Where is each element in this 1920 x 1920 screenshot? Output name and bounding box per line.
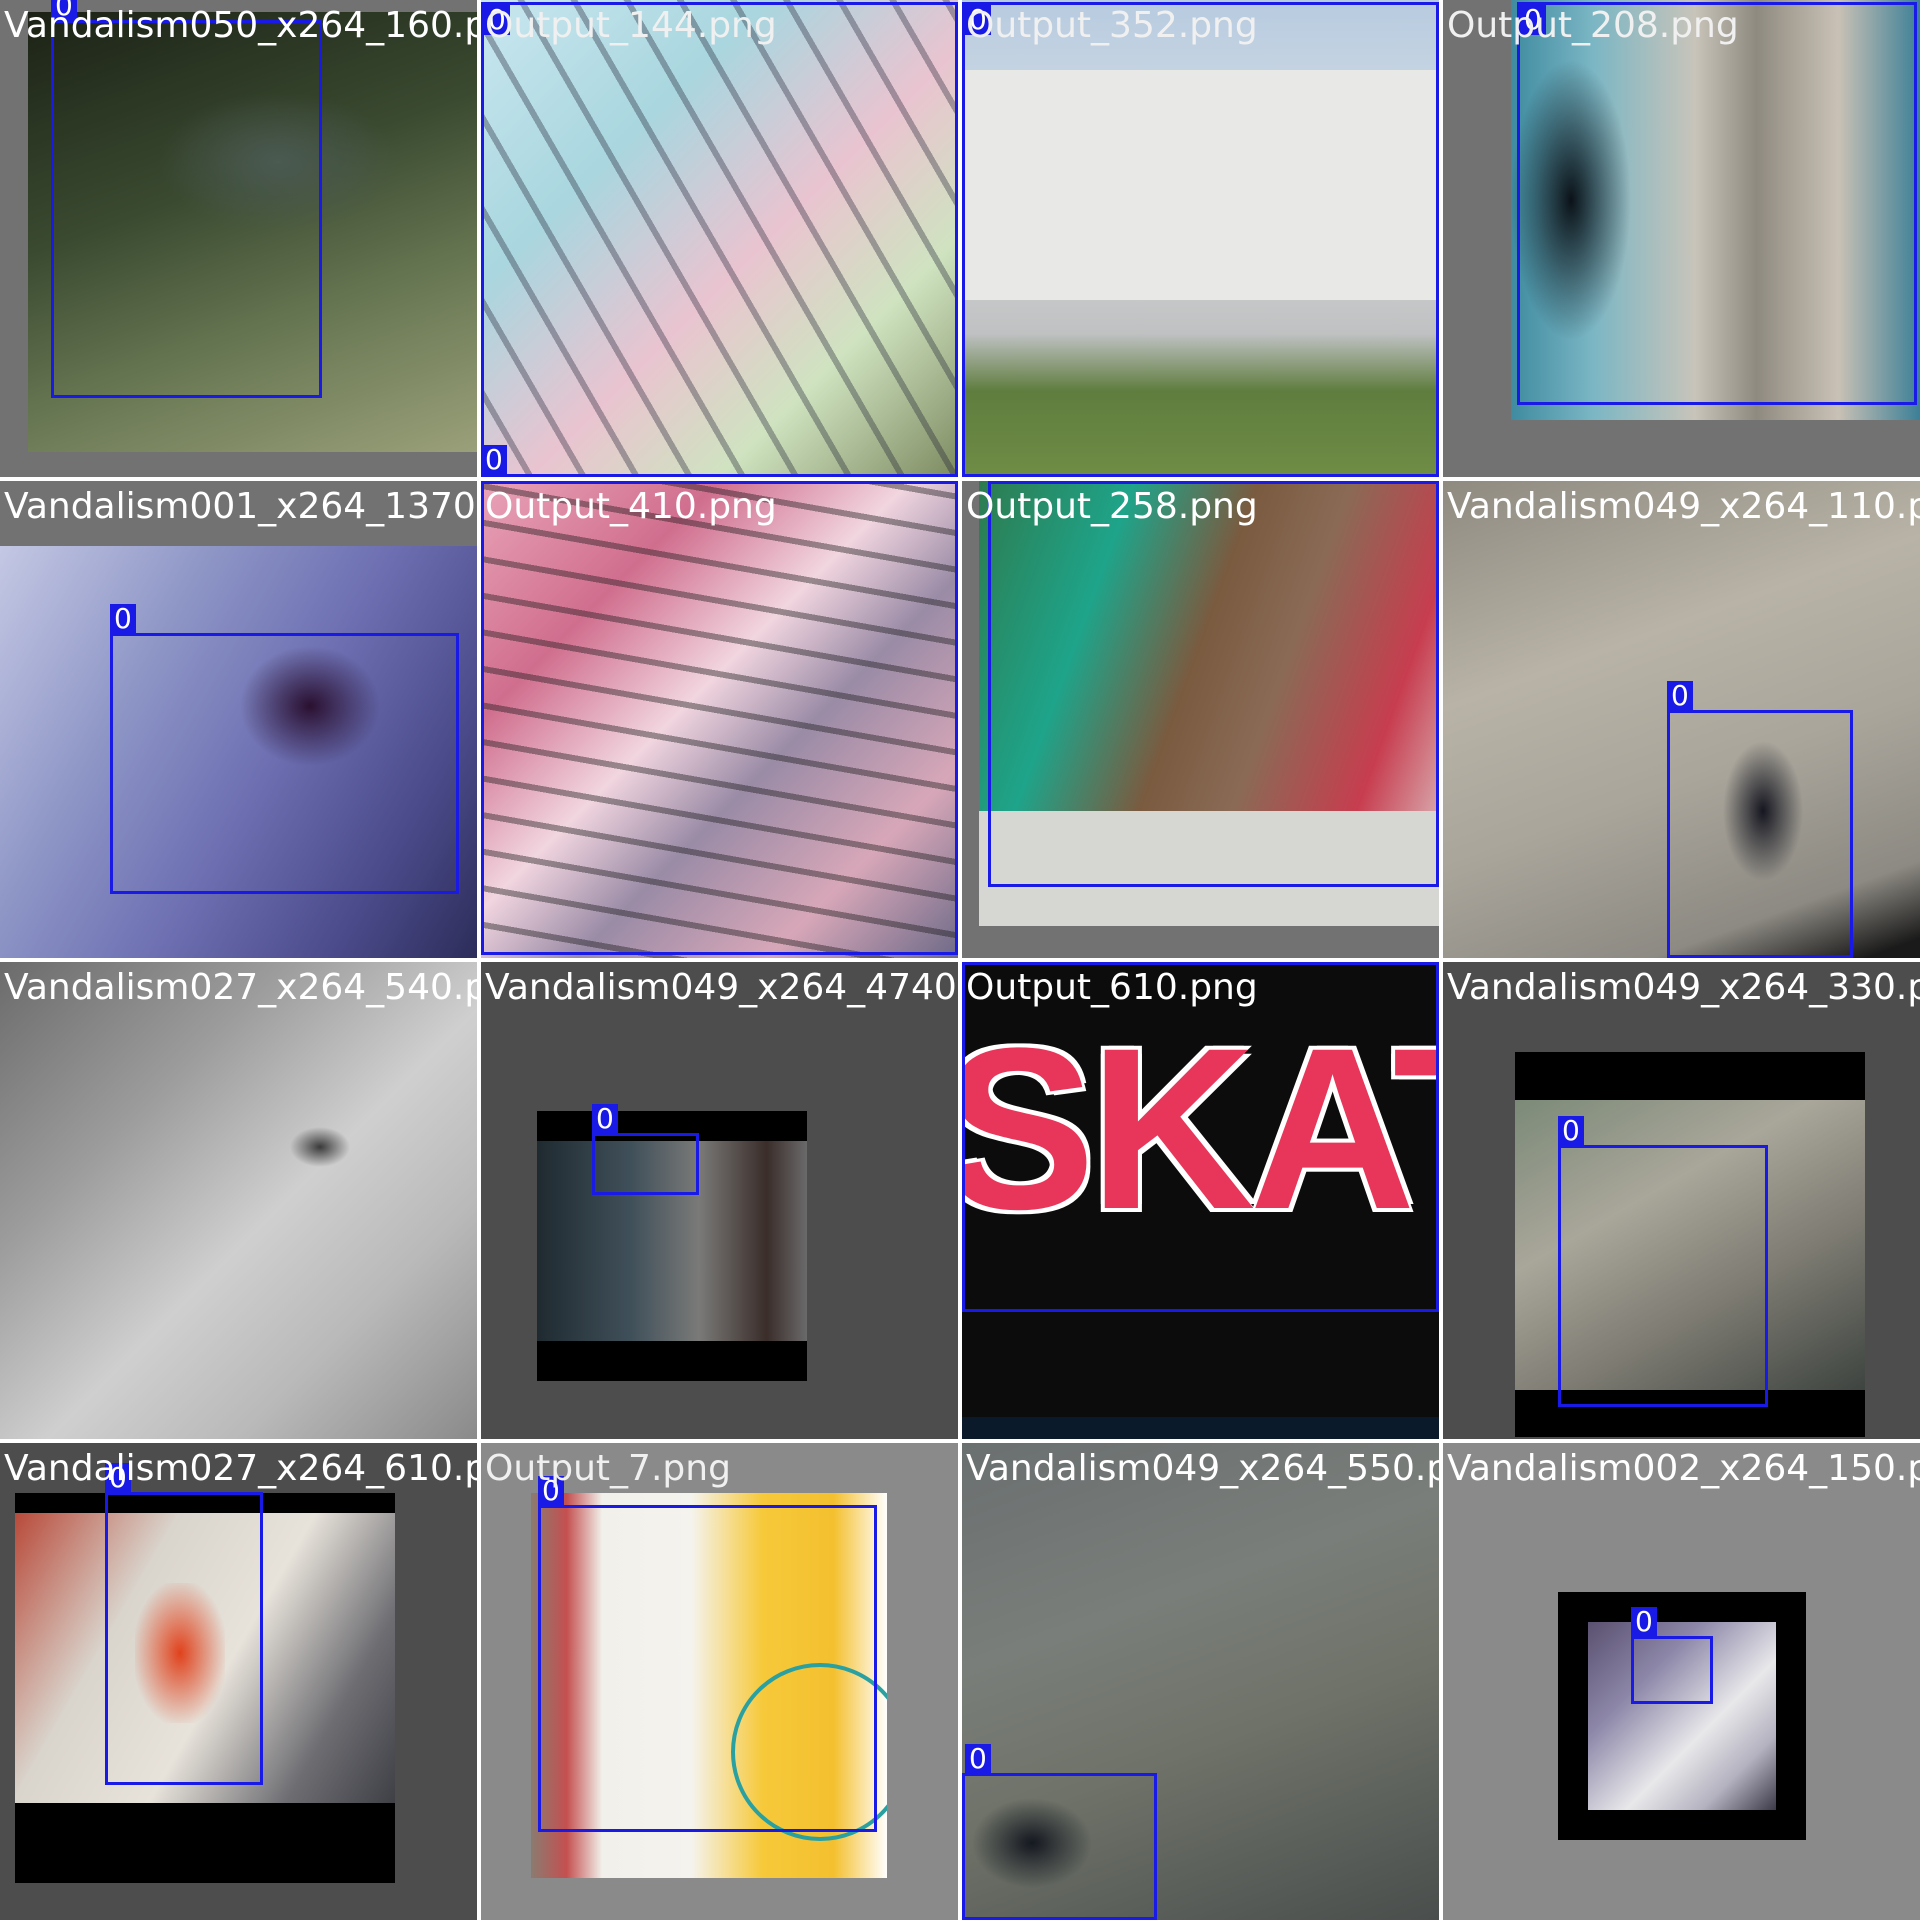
detection-box: 0 bbox=[962, 2, 1439, 477]
class-id-tag: 0 bbox=[1558, 1116, 1584, 1146]
tile-10: 0 Vandalism049_x264_4740.png bbox=[481, 962, 958, 1439]
class-id-tag: 0 bbox=[988, 481, 1014, 482]
tile-filename: Output_7.png bbox=[485, 1448, 731, 1489]
tile-image bbox=[0, 962, 477, 1439]
tile-14: 0 Output_7.png bbox=[481, 1443, 958, 1920]
tile-filename: Output_610.png bbox=[966, 967, 1258, 1008]
tile-11: SKATI 0 Output_610.png bbox=[962, 962, 1439, 1439]
tile-filename: Vandalism049_x264_330.png bbox=[1447, 967, 1920, 1008]
detection-mosaic: 0 Vandalism050_x264_160.png 0 0 Output_1… bbox=[0, 0, 1920, 1920]
class-id-tag: 0 bbox=[1631, 1607, 1657, 1637]
detection-box: 0 bbox=[110, 604, 459, 894]
tile-12: 0 Vandalism049_x264_330.png bbox=[1443, 962, 1920, 1439]
tile-2: 0 0 Output_144.png bbox=[481, 0, 958, 477]
tile-13: 0 Vandalism027_x264_610.png bbox=[0, 1443, 477, 1920]
detection-box: 0 bbox=[481, 2, 958, 477]
tile-filename: Vandalism049_x264_110.png bbox=[1447, 486, 1920, 527]
detection-box: 0 bbox=[592, 1104, 699, 1195]
class-id-tag: 0 bbox=[110, 604, 136, 634]
detection-box: 0 bbox=[481, 481, 958, 955]
tile-filename: Output_410.png bbox=[485, 486, 777, 527]
tile-filename: Output_208.png bbox=[1447, 5, 1739, 46]
detection-box: 0 bbox=[538, 1476, 877, 1832]
detection-box: 0 bbox=[1667, 681, 1853, 958]
tile-filename: Output_144.png bbox=[485, 5, 777, 46]
detection-box: 0 bbox=[481, 445, 507, 475]
tile-filename: Vandalism001_x264_1370.png bbox=[4, 486, 477, 527]
detection-box: 0 bbox=[1517, 2, 1917, 405]
tile-6: 0 Output_410.png bbox=[481, 481, 958, 958]
tile-9: Vandalism027_x264_540.png bbox=[0, 962, 477, 1439]
class-id-tag: 0 bbox=[592, 1104, 618, 1134]
tile-filename: Vandalism049_x264_4740.png bbox=[485, 967, 958, 1008]
tile-filename: Vandalism027_x264_610.png bbox=[4, 1448, 477, 1489]
detection-box: 0 bbox=[962, 962, 1439, 1312]
detection-box: 0 bbox=[105, 1463, 263, 1785]
tile-filename: Vandalism027_x264_540.png bbox=[4, 967, 477, 1008]
detection-box: 0 bbox=[51, 0, 322, 398]
tile-1: 0 Vandalism050_x264_160.png bbox=[0, 0, 477, 477]
tile-filename: Vandalism002_x264_150.png bbox=[1447, 1448, 1920, 1489]
detection-box: 0 bbox=[962, 1744, 1157, 1920]
tile-filename: Output_352.png bbox=[966, 5, 1258, 46]
tile-filename: Output_258.png bbox=[966, 486, 1258, 527]
tile-5: 0 Vandalism001_x264_1370.png bbox=[0, 481, 477, 958]
class-id-tag: 0 bbox=[481, 445, 507, 475]
tile-filename: Vandalism050_x264_160.png bbox=[4, 5, 477, 46]
class-id-tag: 0 bbox=[965, 1744, 991, 1774]
tile-filename: Vandalism049_x264_550.png bbox=[966, 1448, 1439, 1489]
tile-7: 0 Output_258.png bbox=[962, 481, 1439, 958]
tile-4: 0 Output_208.png bbox=[1443, 0, 1920, 477]
detection-box: 0 bbox=[1631, 1607, 1713, 1704]
class-id-tag: 0 bbox=[1667, 681, 1693, 711]
tile-image bbox=[1558, 1592, 1806, 1840]
tile-15: 0 Vandalism049_x264_550.png bbox=[962, 1443, 1439, 1920]
tile-3: 0 Output_352.png bbox=[962, 0, 1439, 477]
class-id-tag: 0 bbox=[946, 481, 958, 484]
tile-8: 0 Vandalism049_x264_110.png bbox=[1443, 481, 1920, 958]
tile-16: 0 Vandalism002_x264_150.png bbox=[1443, 1443, 1920, 1920]
detection-box: 0 bbox=[988, 481, 1439, 887]
detection-box: 0 bbox=[1558, 1116, 1768, 1407]
